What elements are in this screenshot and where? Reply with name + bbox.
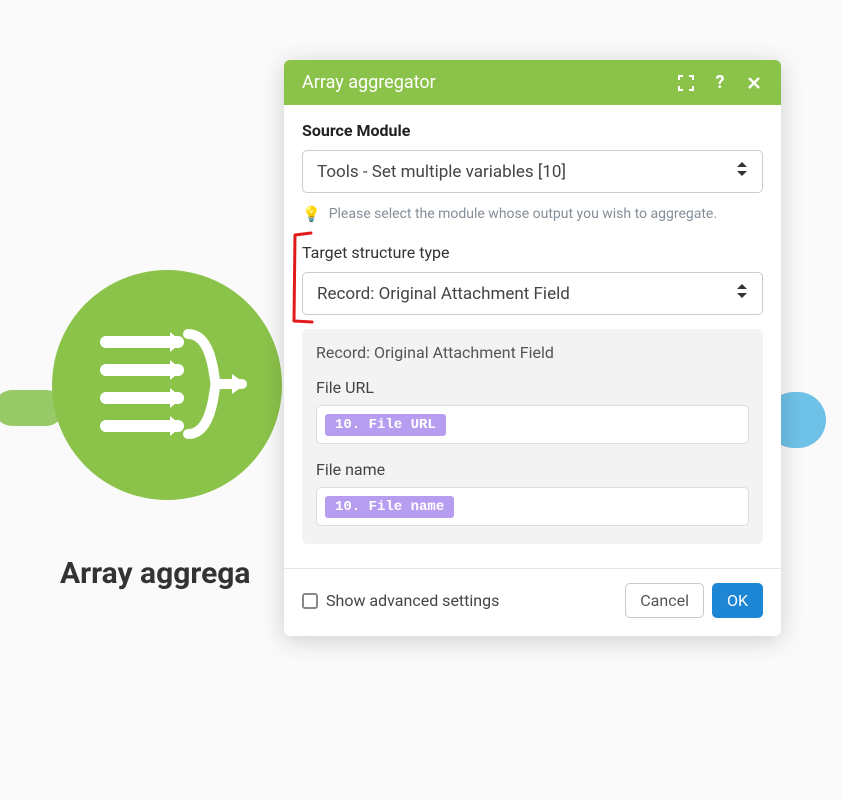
mapping-panel-title: Record: Original Attachment Field [316,343,749,362]
file-name-input[interactable]: 10. File name [316,487,749,526]
close-icon[interactable] [745,74,763,92]
target-structure-label: Target structure type [302,243,763,262]
target-structure-select[interactable]: Record: Original Attachment Field [302,272,763,315]
mapping-pill[interactable]: 10. File URL [325,414,446,436]
dialog-header-actions: ? [677,74,763,92]
source-module-label: Source Module [302,121,763,140]
dialog-header: Array aggregator ? [284,60,781,105]
field-label-file-name: File name [316,460,749,479]
target-structure-value: Record: Original Attachment Field [317,284,570,304]
expand-icon[interactable] [677,74,695,92]
footer-buttons: Cancel OK [625,583,763,618]
module-node[interactable] [0,270,300,540]
source-module-hint: 💡 Please select the module whose output … [302,205,763,223]
chevron-updown-icon [736,283,748,304]
ok-button[interactable]: OK [712,583,763,618]
module-circle [52,270,282,500]
help-icon[interactable]: ? [711,74,729,92]
field-label-file-url: File URL [316,378,749,397]
mapping-pill[interactable]: 10. File name [325,496,454,518]
show-advanced-label: Show advanced settings [326,591,499,610]
dialog-body: Source Module Tools - Set multiple varia… [284,105,781,562]
source-module-hint-text: Please select the module whose output yo… [329,206,717,222]
lightbulb-icon: 💡 [302,205,321,223]
source-module-value: Tools - Set multiple variables [10] [317,162,566,182]
target-structure-section: Target structure type Record: Original A… [302,243,763,315]
checkbox-icon[interactable] [302,593,318,609]
cancel-button[interactable]: Cancel [625,583,704,618]
file-url-input[interactable]: 10. File URL [316,405,749,444]
source-module-select[interactable]: Tools - Set multiple variables [10] [302,150,763,193]
dialog-title: Array aggregator [302,72,436,93]
show-advanced-toggle[interactable]: Show advanced settings [302,591,499,610]
aggregator-icon [82,300,252,470]
mapping-panel: Record: Original Attachment Field File U… [302,329,763,544]
chevron-updown-icon [736,161,748,182]
module-name-label: Array aggrega [60,556,250,591]
array-aggregator-dialog: Array aggregator ? Source Module Tools -… [284,60,781,636]
dialog-footer: Show advanced settings Cancel OK [284,568,781,636]
